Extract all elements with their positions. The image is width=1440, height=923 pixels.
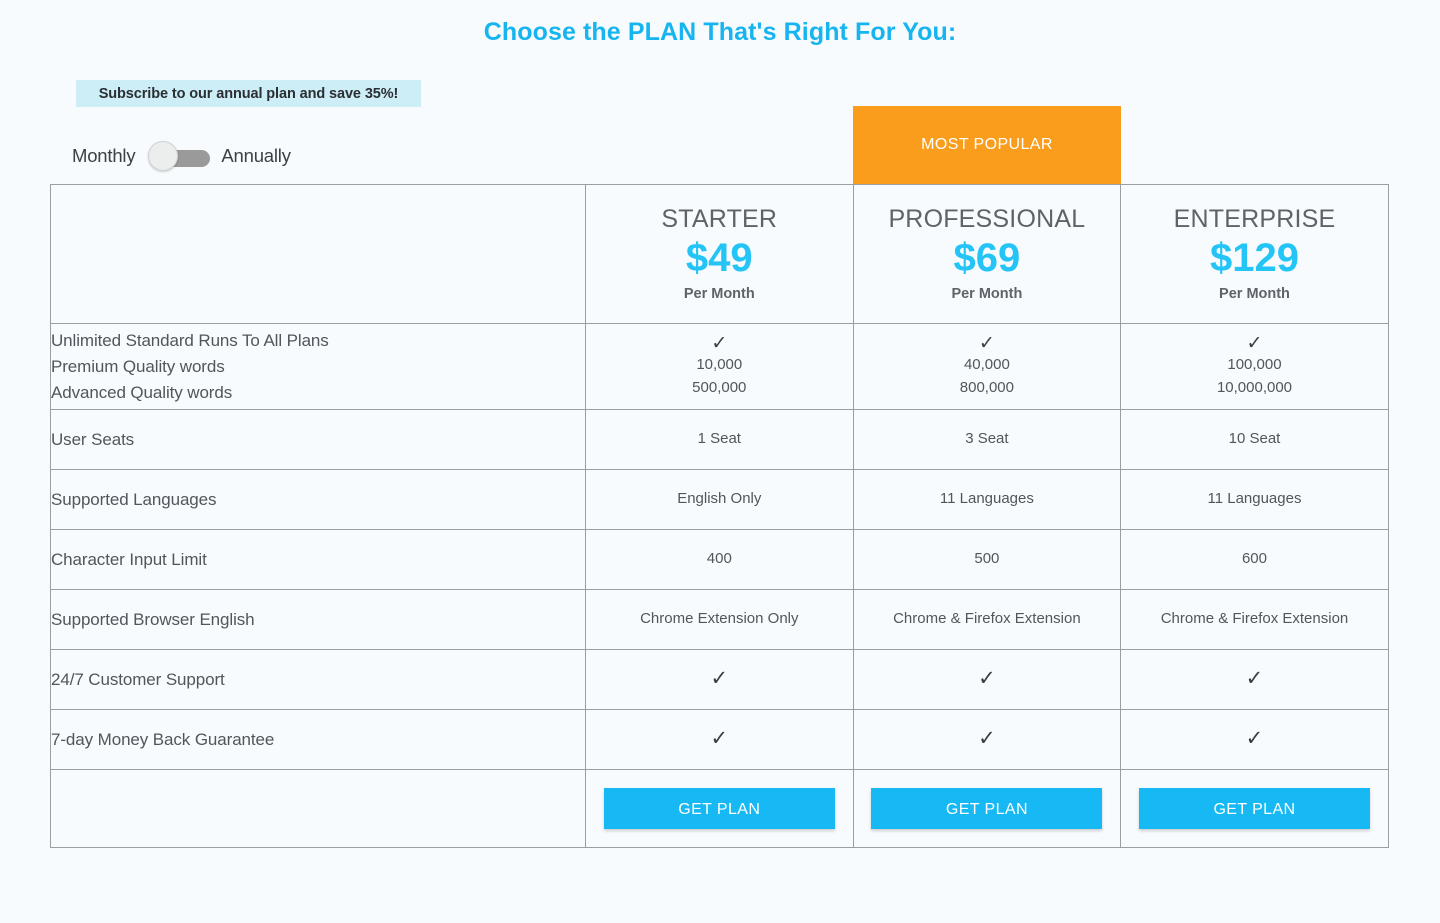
- check-icon: ✓: [585, 649, 854, 710]
- feature-value-line: 500,000: [692, 379, 747, 397]
- feature-label-money-back-guarantee: 7-day Money Back Guarantee: [50, 709, 586, 770]
- feature-value-enterprise: Chrome & Firefox Extension: [1120, 589, 1389, 650]
- cta-row: GET PLAN GET PLAN GET PLAN: [50, 769, 1389, 848]
- feature-label-usage: Unlimited Standard Runs To All Plans Pre…: [50, 323, 586, 410]
- check-icon: ✓: [1120, 709, 1389, 770]
- feature-value-professional: Chrome & Firefox Extension: [852, 589, 1122, 650]
- plan-name: STARTER: [661, 204, 778, 233]
- plan-header-enterprise: ENTERPRISE $129 Per Month: [1120, 184, 1389, 324]
- check-icon: ✓: [1246, 332, 1263, 354]
- feature-label-user-seats: User Seats: [50, 409, 586, 470]
- feature-label-supported-languages: Supported Languages: [50, 469, 586, 530]
- feature-value-starter: ✓ 10,000 500,000: [585, 323, 854, 410]
- feature-value-professional: 500: [852, 529, 1122, 590]
- feature-value-starter: Chrome Extension Only: [585, 589, 854, 650]
- feature-value-enterprise: 600: [1120, 529, 1389, 590]
- plan-price: $69: [953, 236, 1021, 281]
- billing-toggle-switch[interactable]: [148, 141, 211, 171]
- billing-toggle-label-annually: Annually: [221, 145, 291, 166]
- table-row: Supported Browser English Chrome Extensi…: [50, 589, 1389, 650]
- feature-label-line: Advanced Quality words: [51, 382, 233, 402]
- plan-name: ENTERPRISE: [1173, 204, 1336, 233]
- page-title: Choose the PLAN That's Right For You:: [483, 18, 957, 46]
- pricing-table: STARTER $49 Per Month PROFESSIONAL $69 P…: [50, 184, 1389, 848]
- billing-toggle[interactable]: Monthly Annually: [72, 140, 291, 172]
- feature-value-enterprise: 11 Languages: [1120, 469, 1389, 530]
- plan-period: Per Month: [951, 286, 1023, 303]
- table-row: User Seats 1 Seat 3 Seat 10 Seat: [50, 409, 1389, 470]
- check-icon: ✓: [1120, 649, 1389, 710]
- plan-price: $129: [1209, 236, 1299, 281]
- feature-value-line: 10,000,000: [1216, 379, 1293, 397]
- check-icon: ✓: [711, 332, 728, 354]
- cta-cell-enterprise: GET PLAN: [1120, 769, 1389, 848]
- feature-value-enterprise: ✓ 100,000 10,000,000: [1120, 323, 1389, 410]
- cta-empty-cell: [50, 769, 586, 848]
- feature-value-professional: ✓ 40,000 800,000: [852, 323, 1122, 410]
- table-row: 7-day Money Back Guarantee ✓ ✓ ✓: [50, 709, 1389, 770]
- feature-label-line: Premium Quality words: [51, 356, 225, 376]
- cta-cell-starter: GET PLAN: [585, 769, 854, 848]
- plan-period: Per Month: [683, 286, 755, 303]
- pricing-page: Choose the PLAN That's Right For You: Su…: [0, 0, 1440, 923]
- promo-banner-text: Subscribe to our annual plan and save 35…: [98, 85, 399, 102]
- feature-value-line: 40,000: [963, 356, 1010, 374]
- feature-value-starter: 1 Seat: [585, 409, 854, 470]
- feature-label-line: Unlimited Standard Runs To All Plans: [51, 330, 329, 350]
- feature-value-enterprise: 10 Seat: [1120, 409, 1389, 470]
- feature-value-line: 800,000: [959, 379, 1014, 397]
- feature-value-professional: 3 Seat: [852, 409, 1122, 470]
- table-row: Supported Languages English Only 11 Lang…: [50, 469, 1389, 530]
- feature-value-line: 100,000: [1227, 356, 1282, 374]
- table-row: 24/7 Customer Support ✓ ✓ ✓: [50, 649, 1389, 710]
- feature-label-customer-support: 24/7 Customer Support: [50, 649, 586, 710]
- table-row: Character Input Limit 400 500 600: [50, 529, 1389, 590]
- feature-label-character-input-limit: Character Input Limit: [50, 529, 586, 590]
- header-empty-cell: [50, 184, 586, 324]
- check-icon: ✓: [852, 709, 1122, 770]
- feature-value-starter: 400: [585, 529, 854, 590]
- plan-header-starter: STARTER $49 Per Month: [585, 184, 854, 324]
- check-icon: ✓: [852, 649, 1122, 710]
- feature-value-line: 10,000: [696, 356, 743, 374]
- promo-banner: Subscribe to our annual plan and save 35…: [76, 80, 421, 107]
- feature-label-supported-browser: Supported Browser English: [50, 589, 586, 650]
- plan-header-professional: PROFESSIONAL $69 Per Month: [852, 184, 1122, 324]
- check-icon: ✓: [978, 332, 995, 354]
- get-plan-button-starter[interactable]: GET PLAN: [603, 788, 835, 829]
- plan-period: Per Month: [1219, 286, 1290, 303]
- get-plan-button-enterprise[interactable]: GET PLAN: [1138, 788, 1370, 829]
- most-popular-ribbon: MOST POPULAR: [853, 106, 1121, 184]
- feature-value-professional: 11 Languages: [852, 469, 1122, 530]
- get-plan-button-professional[interactable]: GET PLAN: [871, 788, 1103, 829]
- feature-value-starter: English Only: [585, 469, 854, 530]
- plan-name: PROFESSIONAL: [888, 204, 1086, 233]
- table-row: Unlimited Standard Runs To All Plans Pre…: [50, 323, 1389, 410]
- plan-price: $49: [685, 236, 753, 281]
- cta-cell-professional: GET PLAN: [852, 769, 1122, 848]
- billing-toggle-label-monthly: Monthly: [72, 145, 136, 166]
- table-header-row: STARTER $49 Per Month PROFESSIONAL $69 P…: [50, 184, 1389, 324]
- most-popular-label: MOST POPULAR: [921, 136, 1053, 153]
- check-icon: ✓: [585, 709, 854, 770]
